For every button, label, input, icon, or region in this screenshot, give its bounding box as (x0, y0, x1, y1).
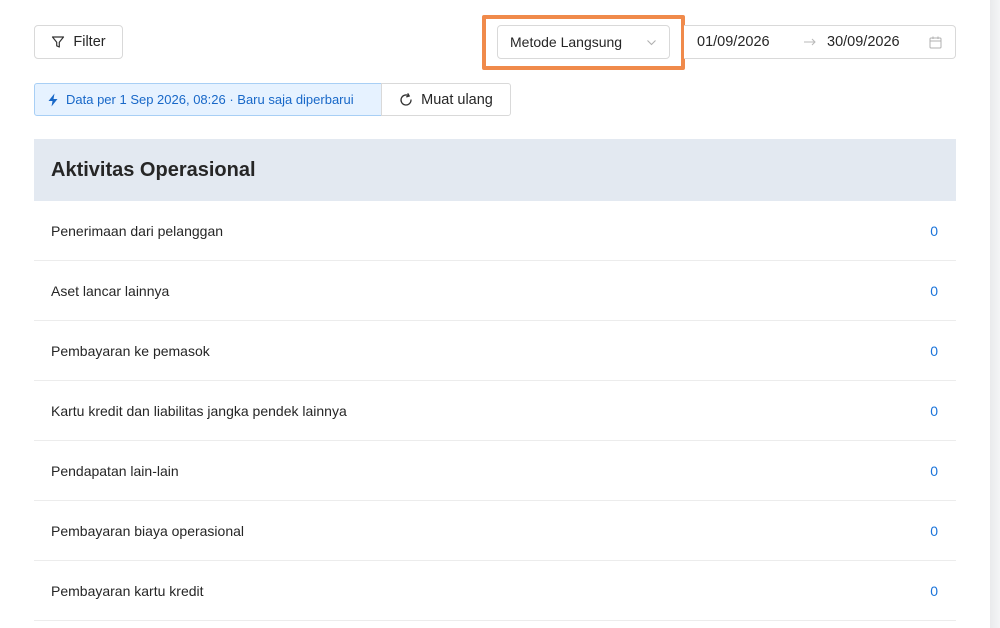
row-label: Aset lancar lainnya (51, 282, 170, 299)
reload-icon (400, 92, 412, 106)
window-edge (990, 0, 1000, 628)
reload-button-label: Muat ulang (421, 91, 493, 108)
row-label: Penerimaan dari pelanggan (51, 222, 224, 239)
row-label: Pembayaran ke pemasok (51, 342, 210, 359)
reload-button[interactable]: Muat ulang (381, 83, 511, 116)
row-label: Pembayaran kartu kredit (51, 582, 204, 599)
filter-icon (52, 36, 65, 48)
lightning-icon (48, 93, 58, 106)
table-row: Pembayaran ke pemasok 0 (34, 321, 956, 381)
filter-button[interactable]: Filter (34, 25, 123, 59)
row-value-link[interactable]: 0 (930, 463, 938, 479)
arrow-right-icon (804, 38, 816, 46)
row-value-link[interactable]: 0 (930, 523, 938, 539)
table-row: Pembayaran kartu kredit 0 (34, 561, 956, 621)
row-value-link[interactable]: 0 (930, 223, 938, 239)
method-select[interactable]: Metode Langsung (497, 25, 670, 59)
row-label: Pembayaran biaya operasional (51, 522, 245, 539)
row-label: Kartu kredit dan liabilitas jangka pende… (51, 402, 347, 419)
table-row: Pendapatan lain-lain 0 (34, 441, 956, 501)
calendar-icon (929, 36, 942, 49)
method-select-value: Metode Langsung (510, 34, 623, 50)
section-title: Aktivitas Operasional (34, 139, 956, 201)
row-value-link[interactable]: 0 (930, 403, 938, 419)
table-row: Aset lancar lainnya 0 (34, 261, 956, 321)
report-rows: Penerimaan dari pelanggan 0 Aset lancar la… (34, 201, 956, 621)
filter-button-label: Filter (73, 34, 106, 50)
row-label: Pendapatan lain-lain (51, 462, 179, 479)
date-range-picker[interactable]: 01/09/2026 30/09/2026 (684, 25, 956, 59)
row-value-link[interactable]: 0 (930, 283, 938, 299)
data-status-text: Data per 1 Sep 2026, 08:26 · Baru saja d… (66, 92, 354, 107)
table-row: Kartu kredit dan liabilitas jangka pende… (34, 381, 956, 441)
date-start-input[interactable]: 01/09/2026 (697, 34, 770, 50)
date-end-input[interactable]: 30/09/2026 (827, 34, 900, 50)
row-value-link[interactable]: 0 (930, 343, 938, 359)
table-row: Penerimaan dari pelanggan 0 (34, 201, 956, 261)
chevron-down-icon (647, 40, 656, 46)
row-value-link[interactable]: 0 (930, 583, 938, 599)
data-status-badge: Data per 1 Sep 2026, 08:26 · Baru saja d… (34, 83, 382, 116)
cash-flow-report-page: Filter Metode Langsung 01/09/2026 30/09/… (0, 0, 990, 628)
table-row: Pembayaran biaya operasional 0 (34, 501, 956, 561)
